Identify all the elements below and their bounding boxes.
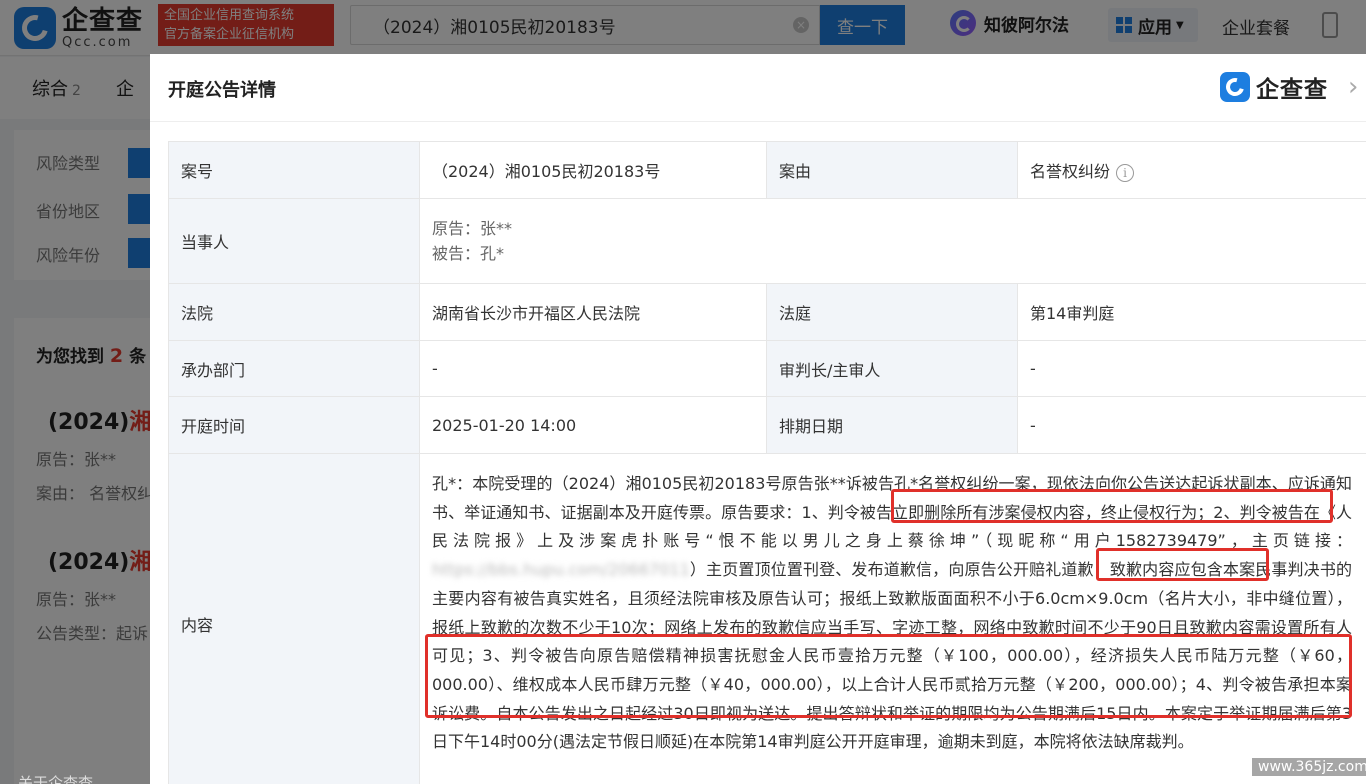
footer-about-link[interactable]: 关于企查查: [18, 772, 93, 784]
court-notice-modal: 开庭公告详情 企查查 › 案号 （2024）湘0105民初20183号 案由 名…: [150, 54, 1366, 784]
department-label: 承办部门: [168, 340, 420, 397]
notice-content-text: 孔*：本院受理的（2024）湘0105民初20183号原告张**诉被告孔*名誉权…: [432, 474, 1352, 752]
close-icon[interactable]: ›: [1348, 72, 1358, 102]
court-label: 法院: [168, 283, 420, 341]
table-row: 案号 （2024）湘0105民初20183号 案由 名誉权纠纷 i: [168, 141, 1366, 199]
case-cause-cell: 名誉权纠纷 i: [1017, 141, 1366, 199]
tribunal-value: 第14审判庭: [1017, 283, 1366, 341]
blurred-homepage-link[interactable]: https://bbs.hupu.com/20667011: [432, 560, 690, 579]
tribunal-label: 法庭: [766, 283, 1018, 341]
modal-title: 开庭公告详情: [168, 80, 276, 101]
notice-detail-table: 案号 （2024）湘0105民初20183号 案由 名誉权纠纷 i 当事人 原告：…: [168, 141, 1366, 784]
court-value: 湖南省长沙市开福区人民法院: [419, 283, 767, 341]
parties-label: 当事人: [168, 198, 420, 284]
case-cause-label: 案由: [766, 141, 1018, 199]
judge-label: 审判长/主审人: [766, 340, 1018, 397]
case-cause-value: 名誉权纠纷: [1030, 162, 1111, 181]
judge-value: -: [1017, 340, 1366, 397]
parties-cell: 原告：张** 被告：孔*: [419, 198, 1366, 284]
department-value: -: [419, 340, 767, 397]
hearing-time-label: 开庭时间: [168, 396, 420, 454]
modal-header: 开庭公告详情 企查查 ›: [150, 54, 1366, 122]
qcc-logo-icon: [1220, 72, 1250, 102]
info-icon[interactable]: i: [1116, 163, 1135, 182]
case-number-label: 案号: [168, 141, 420, 199]
schedule-date-label: 排期日期: [766, 396, 1018, 454]
table-row: 内容 孔*：本院受理的（2024）湘0105民初20183号原告张**诉被告孔*…: [168, 453, 1366, 784]
modal-qcc-logo: 企查查: [1220, 70, 1328, 104]
content-cell: 孔*：本院受理的（2024）湘0105民初20183号原告张**诉被告孔*名誉权…: [419, 453, 1366, 784]
content-label: 内容: [168, 453, 420, 784]
table-row: 开庭时间 2025-01-20 14:00 排期日期 -: [168, 396, 1366, 454]
table-row: 法院 湖南省长沙市开福区人民法院 法庭 第14审判庭: [168, 283, 1366, 341]
plaintiff-value: 原告：张**: [432, 219, 513, 238]
hearing-time-value: 2025-01-20 14:00: [419, 396, 767, 454]
site-watermark: www.365jz.com: [1252, 758, 1366, 776]
modal-logo-text: 企查查: [1256, 77, 1328, 103]
table-row: 当事人 原告：张** 被告：孔*: [168, 198, 1366, 284]
defendant-value: 被告：孔*: [432, 244, 505, 263]
schedule-date-value: -: [1017, 396, 1366, 454]
case-number-value: （2024）湘0105民初20183号: [419, 141, 767, 199]
table-row: 承办部门 - 审判长/主审人 -: [168, 340, 1366, 397]
